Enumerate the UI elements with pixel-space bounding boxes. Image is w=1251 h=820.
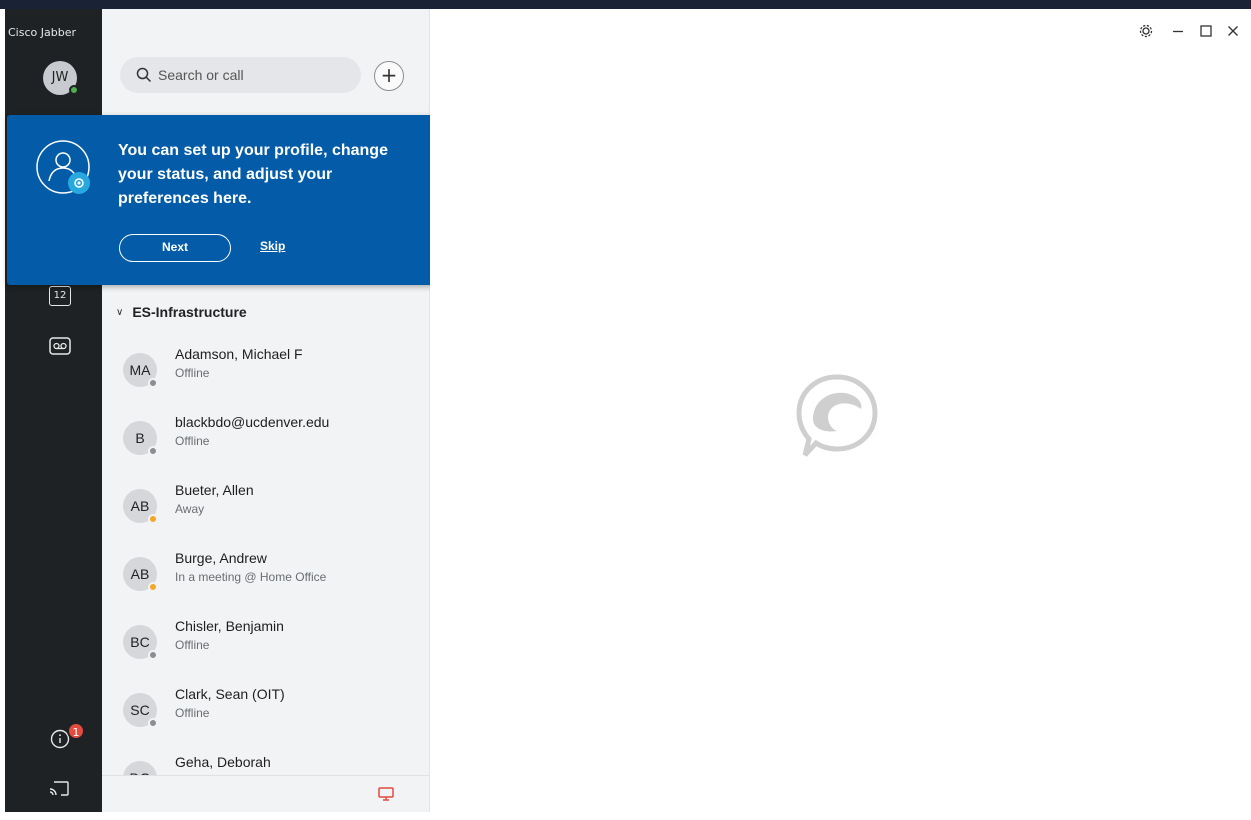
- my-avatar[interactable]: JW: [43, 61, 79, 95]
- skip-link[interactable]: Skip: [260, 239, 285, 253]
- contact-status: Offline: [175, 366, 210, 380]
- contact-row[interactable]: AB Burge, Andrew In a meeting @ Home Off…: [102, 548, 429, 616]
- contact-initials: SC: [130, 702, 150, 718]
- presence-dot: [148, 650, 158, 660]
- contact-row[interactable]: AB Bueter, Allen Away: [102, 480, 429, 548]
- contact-initials: MA: [129, 362, 151, 378]
- presence-dot: [148, 378, 158, 388]
- chevron-down-icon: ∨: [116, 306, 124, 318]
- contact-initials: AB: [130, 566, 150, 582]
- jabber-logo-icon: [796, 374, 878, 457]
- contact-name: Bueter, Allen: [175, 482, 254, 498]
- gear-icon[interactable]: [1138, 23, 1154, 39]
- contact-avatar: MA: [123, 353, 158, 388]
- presence-dot: [148, 718, 158, 728]
- close-icon[interactable]: [1225, 23, 1241, 39]
- maximize-icon[interactable]: [1198, 23, 1214, 39]
- contact-row[interactable]: B blackbdo@ucdenver.edu Offline: [102, 412, 429, 480]
- profile-settings-icon: [35, 139, 93, 197]
- contact-row[interactable]: MA Adamson, Michael F Offline: [102, 344, 429, 412]
- meetings-calendar-icon[interactable]: 12: [49, 286, 71, 306]
- contact-row[interactable]: BC Chisler, Benjamin Offline: [102, 616, 429, 684]
- contact-avatar: AB: [123, 557, 158, 592]
- contact-row[interactable]: SC Clark, Sean (OIT) Offline: [102, 684, 429, 752]
- jabber-window: Cisco Jabber JW 12 1 + ∨ ES-Infrastructu…: [5, 9, 1251, 812]
- profile-coach-tooltip: You can set up your profile, change your…: [7, 115, 433, 285]
- presence-dot: [148, 514, 158, 524]
- notification-badge: 1: [67, 722, 85, 740]
- contact-status: Offline: [175, 706, 210, 720]
- my-initials: JW: [51, 70, 69, 85]
- desktop-strip: [0, 0, 1251, 9]
- group-name: ES-Infrastructure: [132, 304, 247, 320]
- contact-initials: B: [135, 430, 145, 446]
- contact-avatar: BC: [123, 625, 158, 660]
- contact-avatar: B: [123, 421, 158, 456]
- main-content: [430, 9, 1251, 812]
- minimize-icon[interactable]: [1170, 23, 1186, 39]
- contact-name: blackbdo@ucdenver.edu: [175, 414, 330, 430]
- next-button[interactable]: Next: [119, 234, 231, 262]
- contact-status: Away: [175, 502, 205, 516]
- contact-name: Clark, Sean (OIT): [175, 686, 285, 702]
- contact-avatar: AB: [123, 489, 158, 524]
- contact-name: Chisler, Benjamin: [175, 618, 284, 634]
- contact-initials: BC: [130, 634, 150, 650]
- contact-name: Geha, Deborah: [175, 754, 271, 770]
- group-header[interactable]: ∨ ES-Infrastructure: [116, 302, 247, 322]
- contact-name: Adamson, Michael F: [175, 346, 303, 362]
- add-button[interactable]: +: [374, 61, 404, 91]
- contact-initials: AB: [130, 498, 150, 514]
- search-icon: [136, 67, 152, 83]
- search-input[interactable]: [158, 57, 348, 93]
- contact-status: In a meeting @ Home Office: [175, 570, 327, 584]
- search-bar[interactable]: [120, 57, 361, 93]
- app-title: Cisco Jabber: [8, 26, 76, 39]
- coach-message: You can set up your profile, change your…: [118, 142, 388, 207]
- contact-name: Burge, Andrew: [175, 550, 267, 566]
- contact-status: Offline: [175, 434, 210, 448]
- share-screen-icon[interactable]: [378, 787, 394, 801]
- voicemail-icon[interactable]: [49, 337, 71, 357]
- contact-avatar: SC: [123, 693, 158, 728]
- presence-dot: [148, 582, 158, 592]
- panel-footer: [102, 775, 429, 812]
- cast-screen-icon[interactable]: [49, 781, 71, 801]
- my-status-dot: [69, 85, 79, 95]
- contact-status: Offline: [175, 638, 210, 652]
- presence-dot: [148, 446, 158, 456]
